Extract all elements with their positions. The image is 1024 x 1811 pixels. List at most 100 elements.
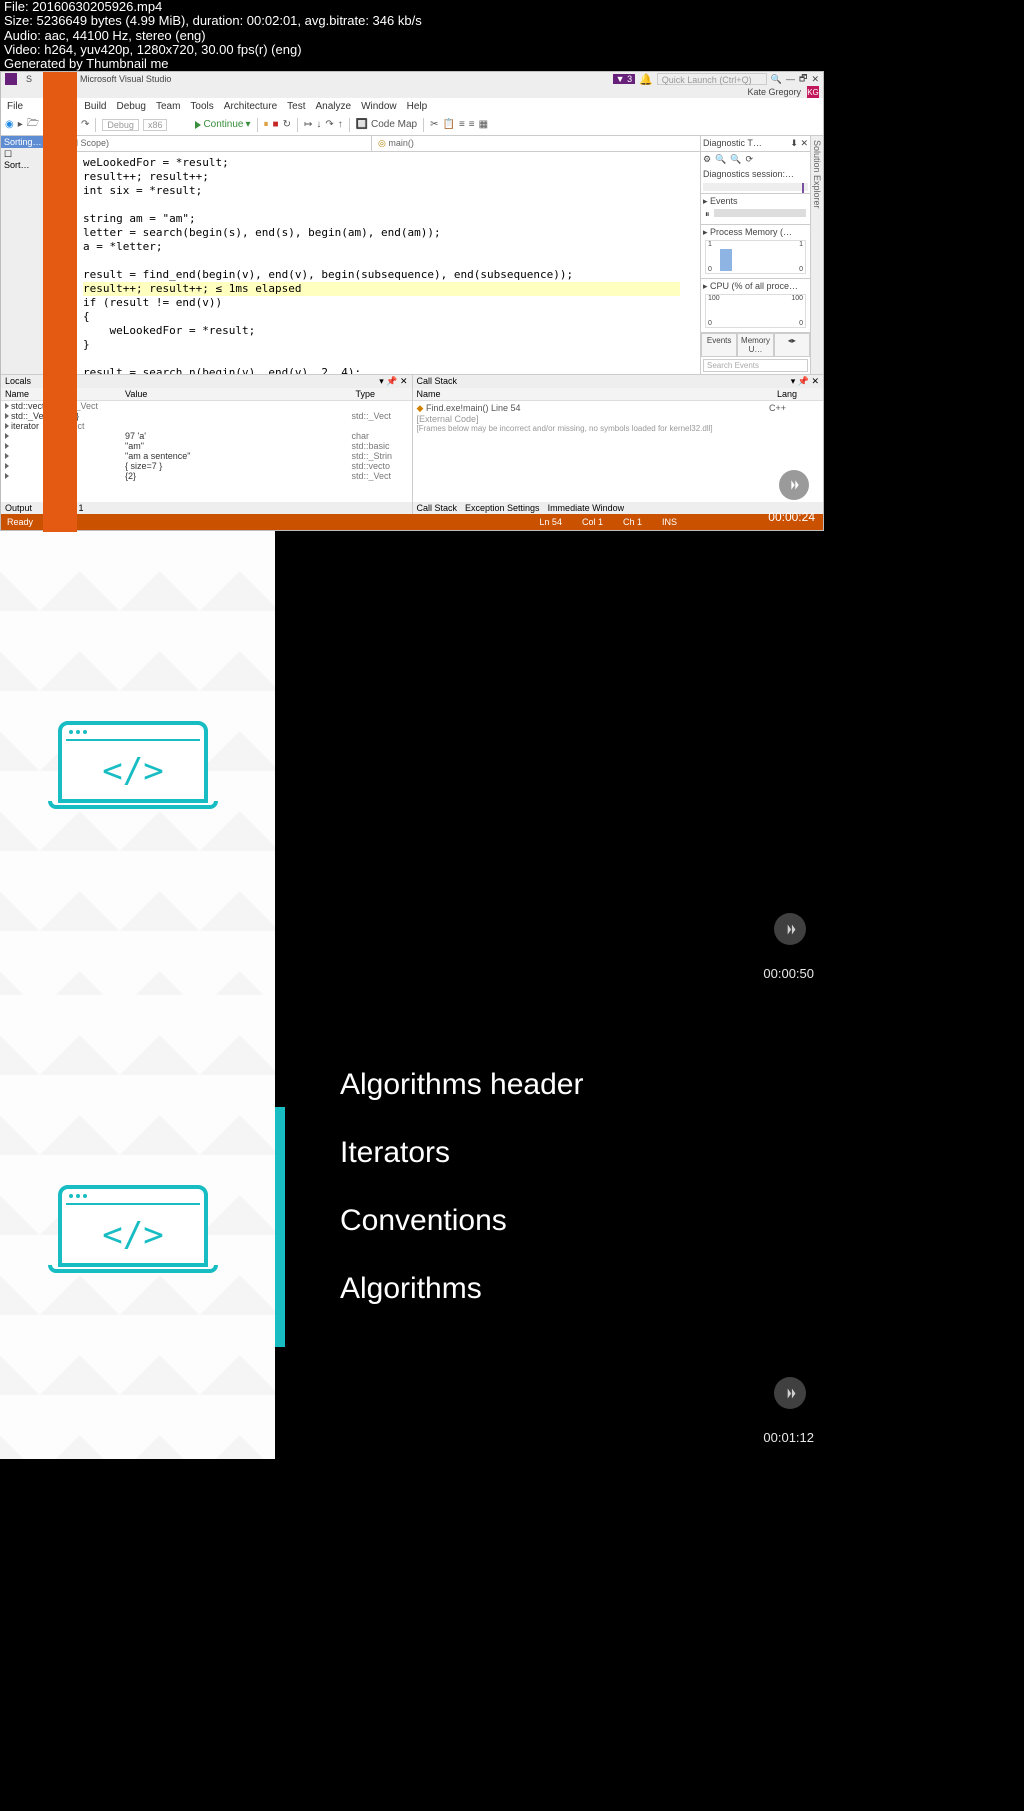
- diag-cpu-header[interactable]: ▸ CPU (% of all proce…: [703, 281, 798, 291]
- thumbnail-timestamp: 00:00:50: [763, 966, 814, 981]
- locals-col-value[interactable]: Value: [121, 388, 352, 400]
- toolbar-misc-1[interactable]: ✂: [430, 119, 438, 130]
- search-icon[interactable]: 🔍: [771, 74, 782, 85]
- laptop-icon: </>: [58, 1185, 208, 1273]
- redo-icon[interactable]: ↷: [81, 119, 89, 130]
- callstack-pin-icon[interactable]: ▾ 📌 ✕: [791, 376, 819, 387]
- continue-button[interactable]: Continue ▾: [195, 119, 250, 130]
- window-minimize-icon[interactable]: —: [786, 74, 795, 84]
- diag-session-label: Diagnostics session:…: [701, 167, 810, 181]
- notification-badge[interactable]: ▼ 3: [613, 74, 635, 84]
- signed-in-user[interactable]: Kate Gregory: [747, 87, 801, 97]
- play-overlay-icon[interactable]: [774, 913, 806, 945]
- diag-tab-more[interactable]: ◂▸: [774, 333, 810, 357]
- menu-help[interactable]: Help: [407, 101, 428, 112]
- locals-col-type[interactable]: Type: [352, 388, 412, 400]
- output-tab[interactable]: Output: [5, 503, 32, 513]
- status-ready: Ready: [7, 517, 33, 527]
- menu-build[interactable]: Build: [84, 101, 106, 112]
- locals-pin-icon[interactable]: ▾ 📌 ✕: [379, 376, 407, 387]
- tab-sort[interactable]: ☐ Sort…: [1, 148, 43, 171]
- callstack-note: [Frames below may be incorrect and/or mi…: [417, 424, 820, 433]
- restart-icon[interactable]: ↻: [283, 119, 291, 130]
- vs-logo-icon: [5, 73, 17, 85]
- codemap-button[interactable]: 🔲 Code Map: [356, 119, 417, 130]
- slide-pattern-pane: </>: [0, 531, 275, 995]
- toolbar-misc-4[interactable]: ≡: [469, 119, 475, 130]
- scope-function-dropdown[interactable]: main(): [372, 136, 700, 151]
- menu-architecture[interactable]: Architecture: [224, 101, 277, 112]
- orange-overlay-stripe: [43, 72, 77, 532]
- diag-zoomin-icon[interactable]: 🔍: [715, 154, 726, 165]
- debug-toolbar: ◉ ▸ 🗁 💾 ↶ ↷ Debug x86 Continue ▾ ⏸ ■ ↻ ↦…: [1, 114, 823, 136]
- user-avatar[interactable]: KG: [807, 86, 819, 98]
- status-bar: Ready Ln 54 Col 1 Ch 1 INS: [1, 514, 823, 530]
- diag-events-header[interactable]: ▸ Events: [703, 196, 738, 206]
- toolbar-misc-2[interactable]: 📋: [443, 119, 455, 130]
- diag-close-icon[interactable]: ⬇ ✕: [790, 138, 808, 149]
- diag-tab-events[interactable]: Events: [701, 333, 737, 357]
- show-next-icon[interactable]: ↦: [304, 119, 312, 130]
- menu-test[interactable]: Test: [287, 101, 305, 112]
- open-icon[interactable]: 🗁: [27, 116, 39, 133]
- window-restore-icon[interactable]: 🗗: [799, 71, 807, 87]
- code-editor[interactable]: weLookedFor = *result; result++; result+…: [43, 152, 700, 374]
- menu-tools[interactable]: Tools: [190, 101, 213, 112]
- play-overlay-icon[interactable]: [774, 1377, 806, 1409]
- callstack-row[interactable]: [External Code]: [417, 414, 820, 424]
- step-out-icon[interactable]: ↑: [338, 119, 343, 130]
- code-editor-area: (Global Scope) main() weLookedFor = *res…: [43, 136, 700, 374]
- toolbar-misc-3[interactable]: ≡: [459, 119, 465, 130]
- diag-tab-memory[interactable]: Memory U…: [737, 333, 773, 357]
- diag-cpu-chart: 10010000: [705, 294, 806, 328]
- diag-reset-icon[interactable]: ⟳: [746, 154, 754, 165]
- meta-size: Size: 5236649 bytes (4.99 MiB), duration…: [4, 14, 1020, 28]
- meta-file: File: 20160630205926.mp4: [4, 0, 1020, 14]
- thumbnail-2-slide: </> 00:00:50: [0, 531, 824, 995]
- platform-dropdown[interactable]: x86: [143, 119, 168, 131]
- window-close-icon[interactable]: ✕: [811, 74, 819, 85]
- diag-pause-icon[interactable]: ⏸: [705, 209, 710, 220]
- config-dropdown[interactable]: Debug: [102, 119, 139, 131]
- bullet-item: Algorithms header: [340, 1055, 583, 1115]
- menu-team[interactable]: Team: [156, 101, 180, 112]
- menu-analyze[interactable]: Analyze: [315, 101, 351, 112]
- slide-pattern-pane: </>: [0, 995, 275, 1459]
- solution-explorer-tab[interactable]: Solution Explorer: [810, 136, 823, 374]
- nav-back-icon[interactable]: ◉: [5, 119, 14, 130]
- exception-settings-tab[interactable]: Exception Settings: [465, 503, 540, 513]
- document-tabs-left: Sorting… ☐ Sort…: [1, 136, 43, 374]
- meta-generated: Generated by Thumbnail me: [4, 57, 1020, 71]
- quick-launch-input[interactable]: Quick Launch (Ctrl+Q): [657, 73, 767, 85]
- scope-namespace-dropdown[interactable]: (Global Scope): [43, 136, 372, 151]
- diag-memory-header[interactable]: ▸ Process Memory (…: [703, 227, 792, 237]
- thumbnail-1-visual-studio: S ing) - Microsoft Visual Studio ▼ 3 🔔 Q…: [0, 71, 824, 531]
- notification-icon[interactable]: 🔔: [639, 73, 653, 86]
- step-into-icon[interactable]: ↓: [316, 119, 321, 130]
- pause-icon[interactable]: ⏸: [264, 119, 269, 130]
- status-col: Col 1: [582, 517, 603, 527]
- toolbar-misc-5[interactable]: ▦: [479, 119, 488, 130]
- diag-settings-icon[interactable]: ⚙: [703, 154, 711, 165]
- menu-debug[interactable]: Debug: [117, 101, 146, 112]
- tab-sorting[interactable]: Sorting…: [1, 136, 43, 148]
- diag-memory-chart: 1100: [705, 240, 806, 274]
- callstack-tab[interactable]: Call Stack: [417, 503, 458, 513]
- bullet-item: Conventions: [340, 1191, 583, 1251]
- status-ch: Ch 1: [623, 517, 642, 527]
- step-over-icon[interactable]: ↷: [325, 119, 333, 130]
- callstack-row[interactable]: ◆ Find.exe!main() Line 54 C++: [417, 403, 820, 414]
- callstack-col-name[interactable]: Name: [413, 388, 774, 400]
- nav-fwd-icon[interactable]: ▸: [18, 119, 23, 130]
- menu-file[interactable]: File: [7, 101, 23, 112]
- callstack-col-lang[interactable]: Lang: [773, 388, 823, 400]
- immediate-window-tab[interactable]: Immediate Window: [548, 503, 625, 513]
- diag-zoomout-icon[interactable]: 🔍: [730, 154, 741, 165]
- main-menu-bar: File Project Build Debug Team Tools Arch…: [1, 98, 823, 114]
- locals-title: Locals: [5, 376, 31, 387]
- meta-audio: Audio: aac, 44100 Hz, stereo (eng): [4, 29, 1020, 43]
- diag-search-input[interactable]: Search Events: [703, 359, 808, 372]
- menu-window[interactable]: Window: [361, 101, 397, 112]
- stop-icon[interactable]: ■: [273, 119, 279, 130]
- thumbnail-3-slide: </> Algorithms header Iterators Conventi…: [0, 995, 824, 1459]
